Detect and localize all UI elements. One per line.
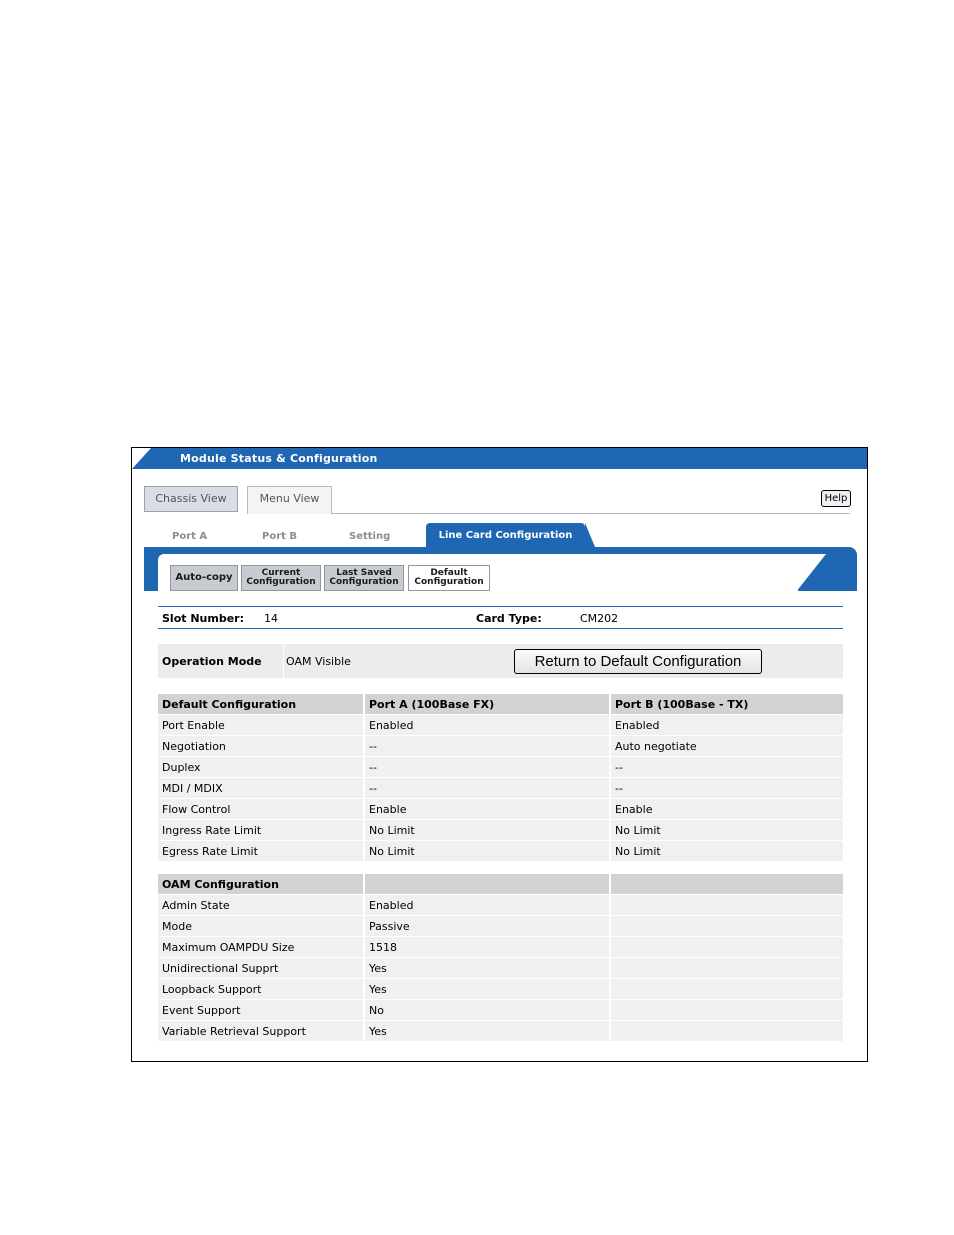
- table-row: Maximum OAMPDU Size 1518: [158, 937, 843, 958]
- tab-menu-view[interactable]: Menu View: [247, 486, 332, 514]
- default-configuration-table: Default Configuration Port A (100Base FX…: [158, 694, 843, 862]
- operation-mode-value: OAM Visible: [286, 655, 351, 668]
- oam-configuration-table: OAM Configuration Admin State Enabled Mo…: [158, 874, 843, 1042]
- current-configuration-button[interactable]: Current Configuration: [241, 565, 321, 591]
- table-row: Ingress Rate Limit No Limit No Limit: [158, 820, 843, 841]
- column-header: Default Configuration: [158, 694, 365, 715]
- module-window: Module Status & Configuration Chassis Vi…: [131, 447, 868, 1062]
- table-header-row: Default Configuration Port A (100Base FX…: [158, 694, 843, 715]
- tab-line-card-configuration[interactable]: Line Card Configuration: [426, 523, 595, 547]
- tab-port-a[interactable]: Port A: [172, 531, 207, 542]
- tab-divider: [332, 513, 850, 514]
- table-row: Loopback Support Yes: [158, 979, 843, 1000]
- table-row: Duplex -- --: [158, 757, 843, 778]
- tab-setting[interactable]: Setting: [349, 531, 390, 542]
- table-row: Variable Retrieval Support Yes: [158, 1021, 843, 1042]
- help-button[interactable]: Help: [821, 490, 851, 507]
- table-row: Event Support No: [158, 1000, 843, 1021]
- last-saved-configuration-button[interactable]: Last Saved Configuration: [324, 565, 404, 591]
- tab-chassis-view[interactable]: Chassis View: [144, 486, 238, 512]
- column-header: OAM Configuration: [158, 874, 365, 895]
- window-title: Module Status & Configuration: [180, 452, 378, 465]
- divider: [158, 606, 843, 607]
- column-header: Port A (100Base FX): [365, 694, 611, 715]
- card-type-value: CM202: [580, 612, 619, 625]
- card-type-label: Card Type:: [476, 612, 542, 625]
- column-header: Port B (100Base - TX): [611, 694, 843, 715]
- auto-copy-button[interactable]: Auto-copy: [170, 565, 238, 591]
- table-row: Egress Rate Limit No Limit No Limit: [158, 841, 843, 862]
- table-row: Negotiation -- Auto negotiate: [158, 736, 843, 757]
- default-configuration-button[interactable]: Default Configuration: [408, 565, 490, 591]
- table-row: Admin State Enabled: [158, 895, 843, 916]
- divider: [158, 628, 843, 629]
- title-bar: Module Status & Configuration: [132, 448, 867, 469]
- operation-mode-label: Operation Mode: [162, 655, 262, 668]
- table-row: Mode Passive: [158, 916, 843, 937]
- table-header-row: OAM Configuration: [158, 874, 843, 895]
- table-row: Port Enable Enabled Enabled: [158, 715, 843, 736]
- slot-number-label: Slot Number:: [162, 612, 244, 625]
- table-row: Flow Control Enable Enable: [158, 799, 843, 820]
- table-row: Unidirectional Supprt Yes: [158, 958, 843, 979]
- tab-port-b[interactable]: Port B: [262, 531, 297, 542]
- return-to-default-button[interactable]: Return to Default Configuration: [514, 649, 762, 674]
- table-row: MDI / MDIX -- --: [158, 778, 843, 799]
- slot-number-value: 14: [264, 612, 278, 625]
